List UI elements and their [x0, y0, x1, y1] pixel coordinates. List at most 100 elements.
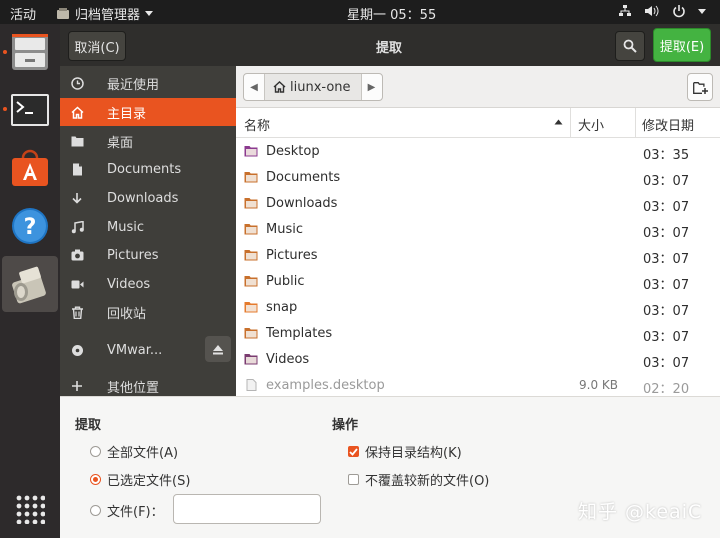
software-store-icon [12, 149, 48, 186]
clock[interactable]: 星期一 05：55 [347, 4, 436, 23]
path-forward-button[interactable]: ▶ [362, 74, 382, 100]
sidebar-item-vmware[interactable]: VMwar... [60, 336, 236, 364]
file-date: 03：07 [643, 278, 690, 293]
file-date: 02：20 [643, 382, 690, 396]
table-row[interactable]: Templates 03：07 [236, 321, 720, 347]
sidebar-item-recent[interactable]: 最近使用 [60, 69, 236, 97]
breadcrumb: ◀ liunx-one ▶ [243, 73, 383, 101]
home-icon [70, 105, 84, 119]
breadcrumb-home[interactable]: liunx-one [264, 74, 362, 100]
dock-files[interactable] [2, 24, 58, 80]
folder-icon [244, 198, 258, 209]
column-size[interactable]: 大小 [578, 115, 604, 134]
chevron-down-icon [145, 11, 154, 16]
checkbox-no-overwrite[interactable]: 不覆盖较新的文件(O) [348, 470, 489, 489]
sidebar-item-desktop[interactable]: 桌面 [60, 127, 236, 155]
sidebar-item-label: VMwar... [107, 342, 163, 358]
show-apps-button[interactable] [15, 494, 46, 525]
terminal-icon [11, 94, 49, 126]
extract-button[interactable]: 提取(E) [653, 28, 711, 62]
dock-software[interactable] [2, 140, 58, 196]
file-name: Documents [266, 170, 341, 185]
system-tray[interactable] [618, 4, 706, 18]
path-back-button[interactable]: ◀ [244, 74, 264, 100]
eject-button[interactable] [205, 336, 231, 362]
new-folder-button[interactable] [687, 73, 713, 101]
breadcrumb-label: liunx-one [290, 79, 351, 95]
radio-label: 全部文件(A) [107, 446, 179, 461]
sidebar-item-music[interactable]: Music [60, 213, 236, 241]
file-name: snap [266, 300, 298, 315]
sidebar-item-downloads[interactable]: Downloads [60, 184, 236, 212]
file-name: Pictures [266, 248, 318, 263]
clock-icon [70, 76, 84, 90]
column-modified[interactable]: 修改日期 [642, 115, 694, 134]
video-icon [71, 280, 83, 288]
eject-icon [213, 344, 223, 354]
checkbox[interactable] [348, 474, 359, 485]
network-icon [619, 5, 631, 16]
dock-help[interactable]: ? [2, 198, 58, 254]
help-icon: ? [12, 208, 48, 244]
files-pattern-input[interactable] [173, 494, 321, 524]
file-size: 9.0 KB [579, 378, 618, 392]
checkbox-keep-structure[interactable]: 保持目录结构(K) [348, 442, 462, 461]
file-cabinet-icon [12, 34, 48, 70]
folder-icon [244, 224, 258, 235]
sidebar-item-label: 桌面 [107, 135, 134, 151]
download-icon [72, 192, 82, 204]
checkbox-label: 保持目录结构(K) [365, 446, 462, 461]
radio-all-files[interactable]: 全部文件(A) [90, 442, 178, 461]
sidebar-item-label: Documents [107, 161, 182, 177]
radio-label: 文件(F)： [107, 505, 164, 520]
table-row[interactable]: Documents 03：07 [236, 165, 720, 191]
chevron-down-icon [698, 8, 706, 14]
table-row[interactable]: examples.desktop 9.0 KB 02：20 [236, 373, 720, 396]
folder-icon [244, 146, 258, 157]
sidebar-item-trash[interactable]: 回收站 [60, 298, 236, 326]
app-menu[interactable]: 归档管理器 [56, 4, 154, 23]
sidebar-item-home[interactable]: 主目录 [60, 98, 236, 126]
radio-files-pattern[interactable]: 文件(F)： [90, 501, 164, 520]
table-row[interactable]: snap 03：07 [236, 295, 720, 321]
column-name[interactable]: 名称 [244, 115, 270, 134]
file-date: 03：07 [643, 226, 690, 241]
table-row[interactable]: Music 03：07 [236, 217, 720, 243]
sidebar-item-documents[interactable]: Documents [60, 155, 236, 183]
file-name: Templates [266, 326, 333, 341]
file-date: 03：07 [643, 330, 690, 345]
file-icon [246, 379, 257, 391]
dock: ? [0, 24, 60, 538]
radio-button[interactable] [90, 505, 101, 516]
table-row[interactable]: Desktop 03：35 [236, 139, 720, 165]
chevron-right-icon: ▶ [367, 81, 376, 93]
sidebar-item-label: Music [107, 219, 144, 235]
dock-terminal[interactable] [2, 82, 58, 138]
radio-button[interactable] [90, 446, 101, 457]
checkbox[interactable] [348, 446, 359, 457]
file-date: 03：07 [643, 252, 690, 267]
radio-selected-files[interactable]: 已选定文件(S) [90, 470, 190, 489]
sidebar-item-videos[interactable]: Videos [60, 270, 236, 298]
file-date: 03：07 [643, 200, 690, 215]
activities-button[interactable]: 活动 [10, 4, 36, 23]
file-name: Videos [266, 352, 310, 367]
dock-archive-manager[interactable] [2, 256, 58, 312]
camera-icon [71, 249, 83, 261]
dialog-header: 取消(C) 提取 提取(E) [60, 24, 720, 66]
table-row[interactable]: Pictures 03：07 [236, 243, 720, 269]
sidebar-item-pictures[interactable]: Pictures [60, 241, 236, 269]
cancel-button[interactable]: 取消(C) [68, 31, 126, 61]
power-icon [673, 5, 685, 18]
archive-app-icon [57, 7, 69, 19]
table-row[interactable]: Public 03：07 [236, 269, 720, 295]
table-row[interactable]: Videos 03：07 [236, 347, 720, 373]
file-list: 名称 大小 修改日期 Desktop 03：35 Documents 03：07 Dow… [236, 108, 720, 396]
document-icon [72, 163, 82, 175]
table-row[interactable]: Downloads 03：07 [236, 191, 720, 217]
checkmark-icon [349, 447, 358, 456]
search-button[interactable] [615, 31, 645, 61]
disc-icon [71, 344, 83, 356]
chevron-left-icon: ◀ [250, 81, 258, 93]
radio-button[interactable] [90, 474, 101, 485]
